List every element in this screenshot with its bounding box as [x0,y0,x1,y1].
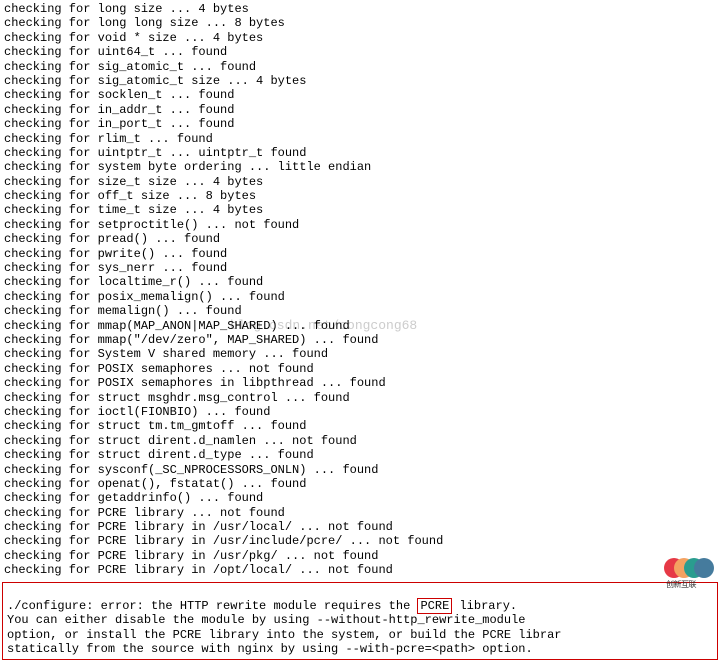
terminal-line: checking for mmap(MAP_ANON|MAP_SHARED) .… [4,319,716,333]
configure-error-box: ./configure: error: the HTTP rewrite mod… [2,582,718,660]
error-text-post: library. [452,599,517,613]
terminal-line: checking for System V shared memory ... … [4,347,716,361]
pcre-highlight-box: PCRE [417,598,452,614]
terminal-line: checking for mmap("/dev/zero", MAP_SHARE… [4,333,716,347]
terminal-line: checking for struct dirent.d_type ... fo… [4,448,716,462]
terminal-line: checking for sysconf(_SC_NPROCESSORS_ONL… [4,463,716,477]
terminal-line: checking for size_t size ... 4 bytes [4,175,716,189]
terminal-line: checking for struct tm.tm_gmtoff ... fou… [4,419,716,433]
terminal-line: checking for openat(), fstatat() ... fou… [4,477,716,491]
terminal-line: checking for PCRE library in /usr/pkg/ .… [4,549,716,563]
terminal-line: checking for off_t size ... 8 bytes [4,189,716,203]
terminal-line: checking for memalign() ... found [4,304,716,318]
terminal-line: checking for setproctitle() ... not foun… [4,218,716,232]
error-line-2: You can either disable the module by usi… [7,613,713,627]
terminal-line: checking for long long size ... 8 bytes [4,16,716,30]
error-text-pre: ./configure: error: the HTTP rewrite mod… [7,599,417,613]
terminal-line: checking for pread() ... found [4,232,716,246]
terminal-line: checking for PCRE library in /usr/local/… [4,520,716,534]
terminal-line: checking for POSIX semaphores in libpthr… [4,376,716,390]
terminal-line: checking for long size ... 4 bytes [4,2,716,16]
terminal-line: checking for sig_atomic_t ... found [4,60,716,74]
terminal-line: checking for sys_nerr ... found [4,261,716,275]
logo-dot-icon [694,558,714,578]
terminal-line: checking for PCRE library in /usr/includ… [4,534,716,548]
terminal-line: checking for getaddrinfo() ... found [4,491,716,505]
terminal-line: checking for time_t size ... 4 bytes [4,203,716,217]
terminal-line: checking for uintptr_t ... uintptr_t fou… [4,146,716,160]
terminal-line: checking for system byte ordering ... li… [4,160,716,174]
terminal-line: checking for rlim_t ... found [4,132,716,146]
terminal-line: checking for pwrite() ... found [4,247,716,261]
terminal-line: checking for POSIX semaphores ... not fo… [4,362,716,376]
terminal-line: checking for ioctl(FIONBIO) ... found [4,405,716,419]
terminal-line: checking for uint64_t ... found [4,45,716,59]
terminal-line: checking for socklen_t ... found [4,88,716,102]
terminal-line: checking for struct dirent.d_namlen ... … [4,434,716,448]
terminal-line: checking for sig_atomic_t size ... 4 byt… [4,74,716,88]
terminal-line: checking for posix_memalign() ... found [4,290,716,304]
terminal-output: checking for long size ... 4 byteschecki… [0,0,720,580]
terminal-line: checking for struct msghdr.msg_control .… [4,391,716,405]
error-line-1: ./configure: error: the HTTP rewrite mod… [7,599,713,613]
logo-text: 创新互联 [666,580,696,590]
terminal-line: checking for in_port_t ... found [4,117,716,131]
brand-logo-badge: 创新互联 [664,558,716,588]
error-line-4: statically from the source with nginx by… [7,642,713,656]
terminal-line: checking for PCRE library ... not found [4,506,716,520]
terminal-line: checking for void * size ... 4 bytes [4,31,716,45]
terminal-line: checking for in_addr_t ... found [4,103,716,117]
error-blank-line [7,585,713,599]
terminal-line: checking for localtime_r() ... found [4,275,716,289]
terminal-line: checking for PCRE library in /opt/local/… [4,563,716,577]
error-line-3: option, or install the PCRE library into… [7,628,713,642]
